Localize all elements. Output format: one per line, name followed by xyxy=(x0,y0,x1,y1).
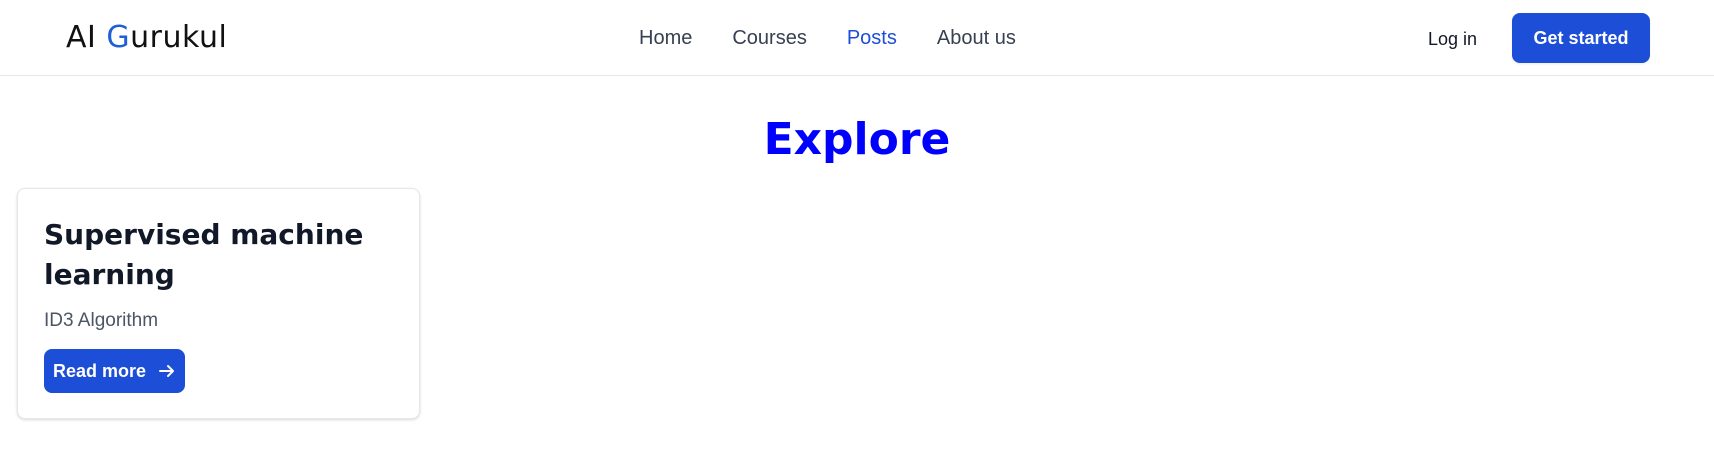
nav-link-about-us[interactable]: About us xyxy=(937,22,1016,54)
main-nav: Home Courses Posts About us xyxy=(639,22,1056,54)
top-navbar: AI Gurukul Home Courses Posts About us L… xyxy=(0,0,1714,76)
post-card: Supervised machine learning ID3 Algorith… xyxy=(17,188,420,419)
logo-text-prefix: AI xyxy=(66,20,107,55)
read-more-button[interactable]: Read more xyxy=(44,349,185,393)
page-title: Explore xyxy=(763,114,951,165)
logo-text-suffix: urukul xyxy=(130,20,228,55)
card-subtitle: ID3 Algorithm xyxy=(44,310,159,331)
arrow-right-icon xyxy=(158,362,176,380)
nav-link-courses[interactable]: Courses xyxy=(732,22,806,54)
card-title: Supervised machine learning xyxy=(44,218,364,291)
login-link[interactable]: Log in xyxy=(1428,24,1477,54)
read-more-label: Read more xyxy=(52,360,147,381)
site-logo[interactable]: AI Gurukul xyxy=(66,18,227,58)
nav-link-posts[interactable]: Posts xyxy=(847,22,897,54)
logo-accent-letter: G xyxy=(106,20,131,55)
get-started-button[interactable]: Get started xyxy=(1512,13,1650,63)
nav-link-home[interactable]: Home xyxy=(639,22,692,54)
